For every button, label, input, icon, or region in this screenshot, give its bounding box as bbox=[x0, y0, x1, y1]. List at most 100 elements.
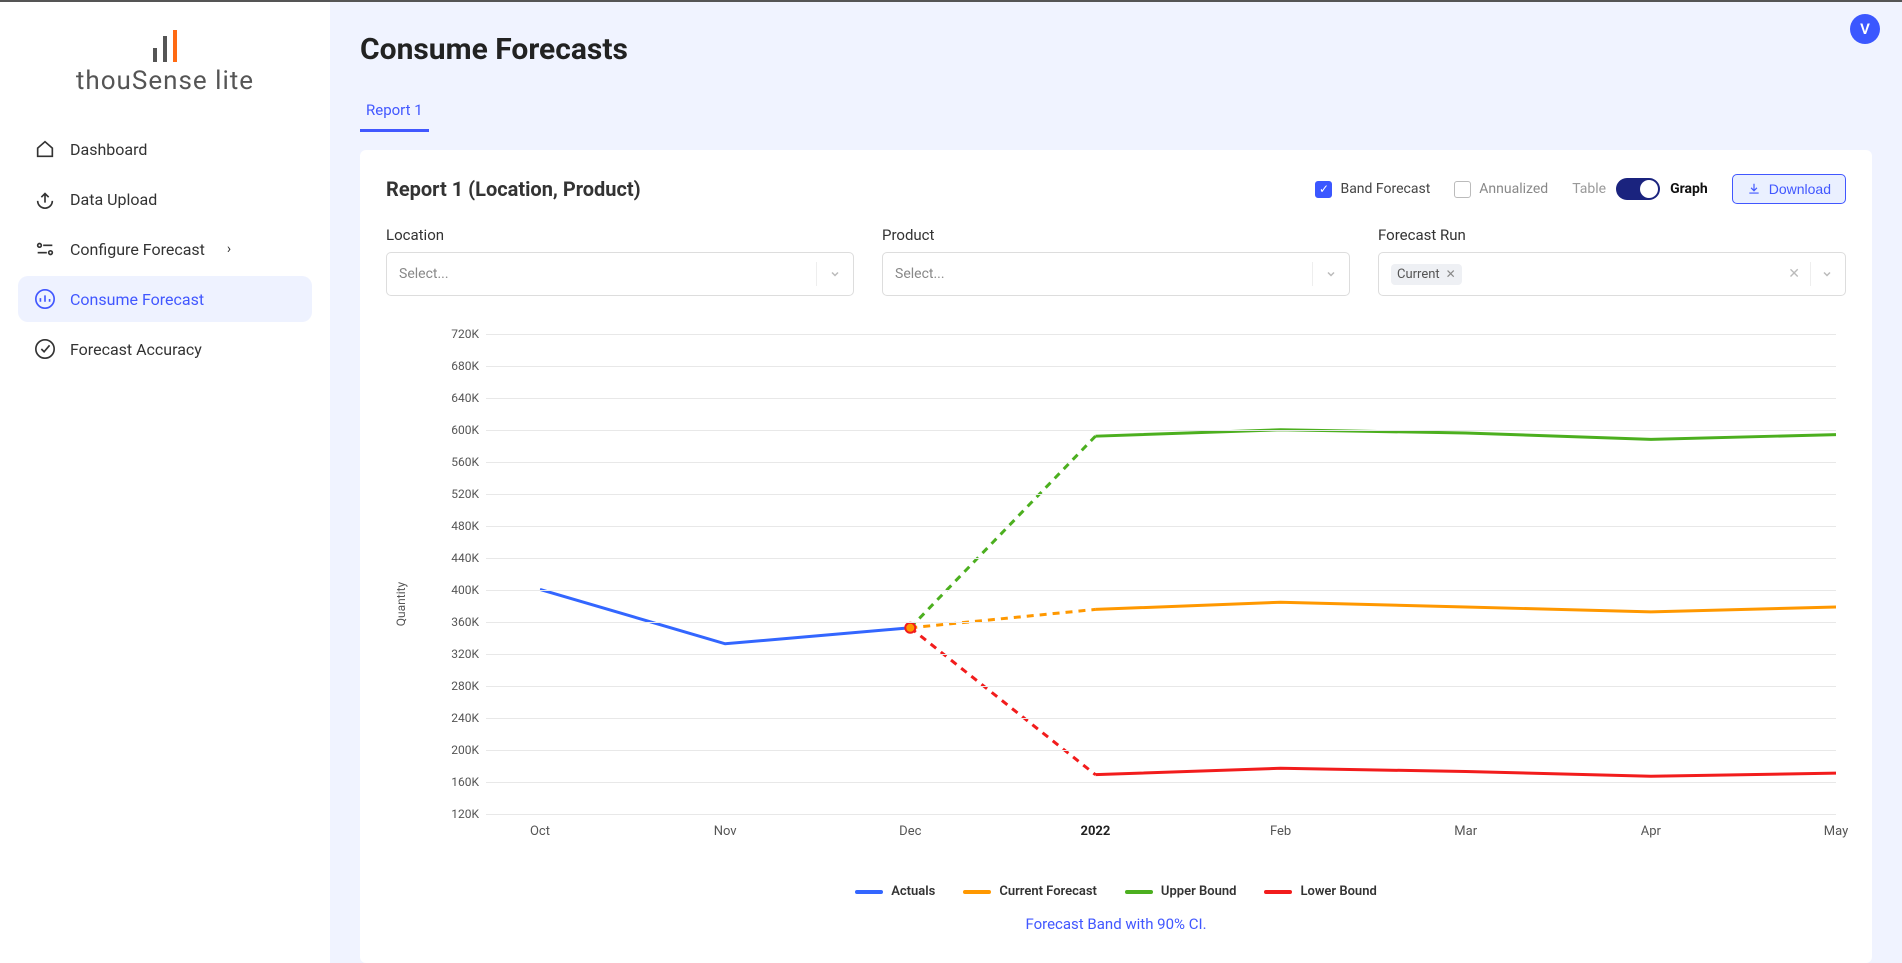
sliders-icon bbox=[34, 238, 56, 260]
checkbox-icon bbox=[1315, 181, 1332, 198]
y-tick-label: 560K bbox=[431, 455, 479, 469]
toggle-label-graph: Graph bbox=[1670, 181, 1708, 197]
sidebar: thouSense lite Dashboard Data Upload Confi… bbox=[0, 2, 330, 963]
y-axis-label: Quantity bbox=[394, 582, 408, 626]
y-tick-label: 440K bbox=[431, 551, 479, 565]
sidebar-item-label: Data Upload bbox=[70, 190, 157, 209]
forecast-run-tag: Current ✕ bbox=[1391, 264, 1462, 285]
x-tick-label: Dec bbox=[899, 824, 921, 839]
chevron-down-icon bbox=[1821, 268, 1833, 280]
tabs: Report 1 bbox=[360, 91, 1872, 132]
chart-legend: ActualsCurrent ForecastUpper BoundLower … bbox=[386, 884, 1846, 899]
y-tick-label: 400K bbox=[431, 583, 479, 597]
product-select[interactable]: Select... bbox=[882, 252, 1350, 296]
legend-label: Upper Bound bbox=[1161, 884, 1237, 899]
table-graph-toggle[interactable] bbox=[1616, 178, 1660, 200]
location-select[interactable]: Select... bbox=[386, 252, 854, 296]
gridline bbox=[486, 526, 1836, 527]
location-label: Location bbox=[386, 226, 854, 244]
avatar[interactable]: V bbox=[1850, 14, 1880, 44]
sidebar-item-forecast-accuracy[interactable]: Forecast Accuracy bbox=[18, 326, 312, 372]
legend-item: Actuals bbox=[855, 884, 935, 899]
sidebar-item-consume-forecast[interactable]: Consume Forecast bbox=[18, 276, 312, 322]
legend-item: Upper Bound bbox=[1125, 884, 1237, 899]
y-tick-label: 640K bbox=[431, 391, 479, 405]
gridline bbox=[486, 686, 1836, 687]
x-tick-label: 2022 bbox=[1081, 824, 1111, 839]
chevron-down-icon bbox=[816, 262, 841, 286]
avatar-initial: V bbox=[1860, 20, 1870, 38]
y-tick-label: 120K bbox=[431, 807, 479, 821]
y-tick-label: 520K bbox=[431, 487, 479, 501]
download-button[interactable]: Download bbox=[1732, 174, 1846, 204]
band-forecast-label: Band Forecast bbox=[1340, 181, 1430, 197]
filter-location: Location Select... bbox=[386, 226, 854, 296]
gridline bbox=[486, 494, 1836, 495]
y-tick-label: 200K bbox=[431, 743, 479, 757]
y-tick-label: 600K bbox=[431, 423, 479, 437]
annualized-checkbox[interactable]: Annualized bbox=[1454, 181, 1548, 198]
sidebar-item-data-upload[interactable]: Data Upload bbox=[18, 176, 312, 222]
gridline bbox=[486, 654, 1836, 655]
band-forecast-checkbox[interactable]: Band Forecast bbox=[1315, 181, 1430, 198]
y-tick-label: 160K bbox=[431, 775, 479, 789]
sidebar-item-label: Dashboard bbox=[70, 140, 147, 159]
target-icon bbox=[34, 338, 56, 360]
x-tick-label: Nov bbox=[714, 824, 737, 839]
y-tick-label: 360K bbox=[431, 615, 479, 629]
sidebar-item-label: Consume Forecast bbox=[70, 290, 204, 309]
chart-icon bbox=[34, 288, 56, 310]
y-tick-label: 720K bbox=[431, 327, 479, 341]
forecast-run-value: Current bbox=[1397, 267, 1440, 282]
legend-swatch bbox=[1264, 890, 1292, 894]
forecast-run-label: Forecast Run bbox=[1378, 226, 1846, 244]
brand-logo: thouSense lite bbox=[0, 22, 330, 126]
gridline bbox=[486, 398, 1836, 399]
tab-report-1[interactable]: Report 1 bbox=[360, 91, 429, 132]
y-tick-label: 680K bbox=[431, 359, 479, 373]
gridline bbox=[486, 558, 1836, 559]
legend-swatch bbox=[963, 890, 991, 894]
plot-area: 720K680K640K600K560K520K480K440K400K360K… bbox=[486, 334, 1836, 814]
chart-caption: Forecast Band with 90% CI. bbox=[386, 915, 1846, 933]
sidebar-nav: Dashboard Data Upload Configure Forecast› C… bbox=[0, 126, 330, 372]
filter-product: Product Select... bbox=[882, 226, 1350, 296]
page-title: Consume Forecasts bbox=[360, 32, 1872, 67]
view-toggle: Table Graph bbox=[1572, 178, 1708, 200]
product-placeholder: Select... bbox=[895, 266, 945, 282]
legend-swatch bbox=[855, 890, 883, 894]
download-label: Download bbox=[1769, 181, 1831, 197]
chevron-right-icon: › bbox=[227, 241, 231, 257]
sidebar-item-configure-forecast[interactable]: Configure Forecast› bbox=[18, 226, 312, 272]
tag-remove-icon[interactable]: ✕ bbox=[1446, 267, 1456, 281]
location-placeholder: Select... bbox=[399, 266, 449, 282]
legend-label: Actuals bbox=[891, 884, 935, 899]
plot-svg bbox=[486, 334, 1836, 813]
report-panel: Report 1 (Location, Product) Band Foreca… bbox=[360, 150, 1872, 963]
sidebar-item-dashboard[interactable]: Dashboard bbox=[18, 126, 312, 172]
clear-icon[interactable]: ✕ bbox=[1788, 266, 1800, 282]
filter-forecast-run: Forecast Run Current ✕ ✕ bbox=[1378, 226, 1846, 296]
x-tick-label: Mar bbox=[1454, 824, 1477, 839]
legend-item: Lower Bound bbox=[1264, 884, 1376, 899]
checkbox-icon bbox=[1454, 181, 1471, 198]
annualized-label: Annualized bbox=[1479, 181, 1548, 197]
gridline bbox=[486, 782, 1836, 783]
x-tick-label: Apr bbox=[1641, 824, 1661, 839]
report-title: Report 1 (Location, Product) bbox=[386, 177, 641, 201]
sidebar-item-label: Forecast Accuracy bbox=[70, 340, 202, 359]
brand-name: thouSense lite bbox=[76, 66, 254, 96]
gridline bbox=[486, 622, 1836, 623]
gridline bbox=[486, 366, 1836, 367]
y-tick-label: 240K bbox=[431, 711, 479, 725]
gridline bbox=[486, 750, 1836, 751]
toggle-label-table: Table bbox=[1572, 181, 1606, 197]
legend-label: Lower Bound bbox=[1300, 884, 1376, 899]
chart: Quantity 720K680K640K600K560K520K480K440… bbox=[396, 334, 1846, 874]
gridline bbox=[486, 430, 1836, 431]
forecast-run-select[interactable]: Current ✕ ✕ bbox=[1378, 252, 1846, 296]
chevron-down-icon bbox=[1312, 262, 1337, 286]
product-label: Product bbox=[882, 226, 1350, 244]
y-tick-label: 480K bbox=[431, 519, 479, 533]
y-tick-label: 280K bbox=[431, 679, 479, 693]
